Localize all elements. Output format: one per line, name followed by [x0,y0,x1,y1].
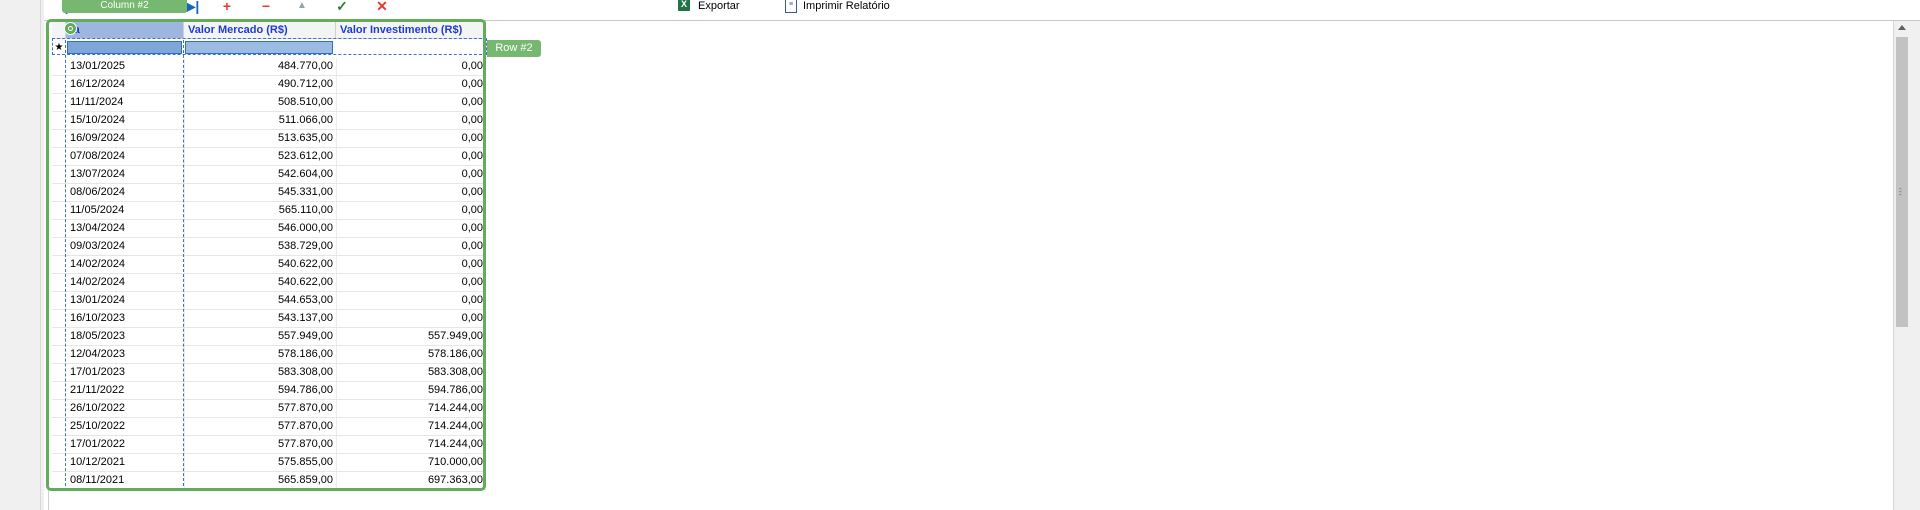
target-icon [64,22,77,35]
cell-valor-investimento[interactable]: 0,00 [336,256,486,273]
row-indicator [52,256,66,273]
cell-valor-mercado[interactable]: 557.949,00 [184,328,336,345]
cell-valor-investimento[interactable]: 594.786,00 [336,382,486,399]
cell-valor-investimento[interactable]: 714.244,00 [336,400,486,417]
cell-valor-mercado[interactable]: 578.186,00 [184,346,336,363]
cell-valor-mercado[interactable]: 542.604,00 [184,166,336,183]
cell-valor-investimento[interactable]: 714.244,00 [336,418,486,435]
row-indicator [52,310,66,327]
vertical-scrollbar[interactable]: ‐ ‐ ‐ [1893,21,1910,510]
cell-valor-investimento[interactable]: 714.244,00 [336,436,486,453]
left-panel-strip [0,0,49,510]
cell-valor-investimento[interactable]: 578.186,00 [336,346,486,363]
cell-valor-mercado[interactable]: 546.000,00 [184,220,336,237]
print-report-button[interactable]: Imprimir Relatório [803,0,890,12]
cell-valor-investimento[interactable]: 0,00 [336,310,486,327]
row-indicator [52,148,66,165]
left-divider [40,0,41,510]
export-button[interactable]: Exportar [698,0,740,12]
cell-valor-mercado[interactable]: 540.622,00 [184,256,336,273]
cell-valor-mercado[interactable]: 583.308,00 [184,364,336,381]
cell-valor-investimento[interactable]: 0,00 [336,76,486,93]
cell-valor-investimento[interactable]: 0,00 [336,274,486,291]
row-indicator [52,94,66,111]
right-edge-strip [1910,21,1920,510]
cell-valor-mercado[interactable]: 543.137,00 [184,310,336,327]
plus-icon[interactable]: + [219,0,235,14]
cell-valor-mercado[interactable]: 545.331,00 [184,184,336,201]
row-indicator [52,220,66,237]
cell-valor-mercado[interactable]: 511.066,00 [184,112,336,129]
row-indicator [52,436,66,453]
row-indicator [52,328,66,345]
row-indicator [52,130,66,147]
column-header-data[interactable]: ta [66,21,184,39]
scroll-up-arrow-icon[interactable] [1898,25,1906,30]
row-indicator [52,112,66,129]
cell-valor-mercado[interactable]: 577.870,00 [184,418,336,435]
row-indicator [52,418,66,435]
cell-valor-investimento[interactable]: 0,00 [336,130,486,147]
cell-valor-mercado[interactable]: 490.712,00 [184,76,336,93]
toolbar: |◀ ▶| + − ▲ ✓ ✕ X Exportar ≡ Imprimir Re… [44,0,1920,21]
row-selection-outline [52,38,487,55]
row-indicator [52,472,66,489]
row-indicator [52,184,66,201]
row-indicator [52,58,66,75]
row-indicator [52,274,66,291]
column-header-valor-investimento[interactable]: Valor Investimento (R$) [336,21,486,39]
minus-icon[interactable]: − [258,0,274,14]
row-indicator [52,166,66,183]
document-icon[interactable]: ≡ [785,0,797,13]
cell-valor-investimento[interactable]: 0,00 [336,58,486,75]
grip-icon: ‐ ‐ ‐ [1899,184,1902,199]
check-icon[interactable]: ✓ [334,0,350,14]
cell-valor-mercado[interactable]: 540.622,00 [184,274,336,291]
row-indicator [52,346,66,363]
scrollbar-thumb[interactable]: ‐ ‐ ‐ [1896,37,1908,327]
row-indicator [52,238,66,255]
cell-valor-investimento[interactable]: 0,00 [336,148,486,165]
cell-valor-investimento[interactable]: 710.000,00 [336,454,486,471]
column-header-valor-mercado[interactable]: Valor Mercado (R$) [184,21,336,39]
cell-valor-mercado[interactable]: 513.635,00 [184,130,336,147]
row-overlay-label: Row #2 [487,40,541,57]
cell-valor-investimento[interactable]: 0,00 [336,166,486,183]
cell-valor-investimento[interactable]: 0,00 [336,292,486,309]
cell-valor-investimento[interactable]: 0,00 [336,202,486,219]
column-overlay-label: Column #2 [62,0,187,13]
cell-valor-mercado[interactable]: 538.729,00 [184,238,336,255]
row-indicator [52,76,66,93]
cell-valor-investimento[interactable]: 0,00 [336,220,486,237]
column-selection-outline [65,40,184,491]
x-icon[interactable]: ✕ [374,0,390,14]
row-indicator [52,400,66,417]
cell-valor-investimento[interactable]: 0,00 [336,184,486,201]
cell-valor-investimento[interactable]: 697.363,00 [336,472,486,489]
cell-valor-mercado[interactable]: 577.870,00 [184,436,336,453]
row-indicator [52,202,66,219]
cell-valor-mercado[interactable]: 565.110,00 [184,202,336,219]
cell-valor-investimento[interactable]: 557.949,00 [336,328,486,345]
cell-valor-investimento[interactable]: 0,00 [336,112,486,129]
cell-valor-investimento[interactable]: 583.308,00 [336,364,486,381]
row-indicator [52,454,66,471]
cell-valor-mercado[interactable]: 484.770,00 [184,58,336,75]
row-indicator [52,364,66,381]
cell-valor-mercado[interactable]: 544.653,00 [184,292,336,309]
cell-valor-mercado[interactable]: 523.612,00 [184,148,336,165]
cell-valor-mercado[interactable]: 565.859,00 [184,472,336,489]
cell-valor-investimento[interactable]: 0,00 [336,238,486,255]
triangle-up-icon[interactable]: ▲ [294,0,310,14]
row-indicator [52,292,66,309]
cell-valor-mercado[interactable]: 575.855,00 [184,454,336,471]
cell-valor-mercado[interactable]: 508.510,00 [184,94,336,111]
cell-valor-mercado[interactable]: 594.786,00 [184,382,336,399]
excel-icon[interactable]: X [678,0,690,11]
cell-valor-investimento[interactable]: 0,00 [336,94,486,111]
row-indicator [52,382,66,399]
cell-valor-mercado[interactable]: 577.870,00 [184,400,336,417]
